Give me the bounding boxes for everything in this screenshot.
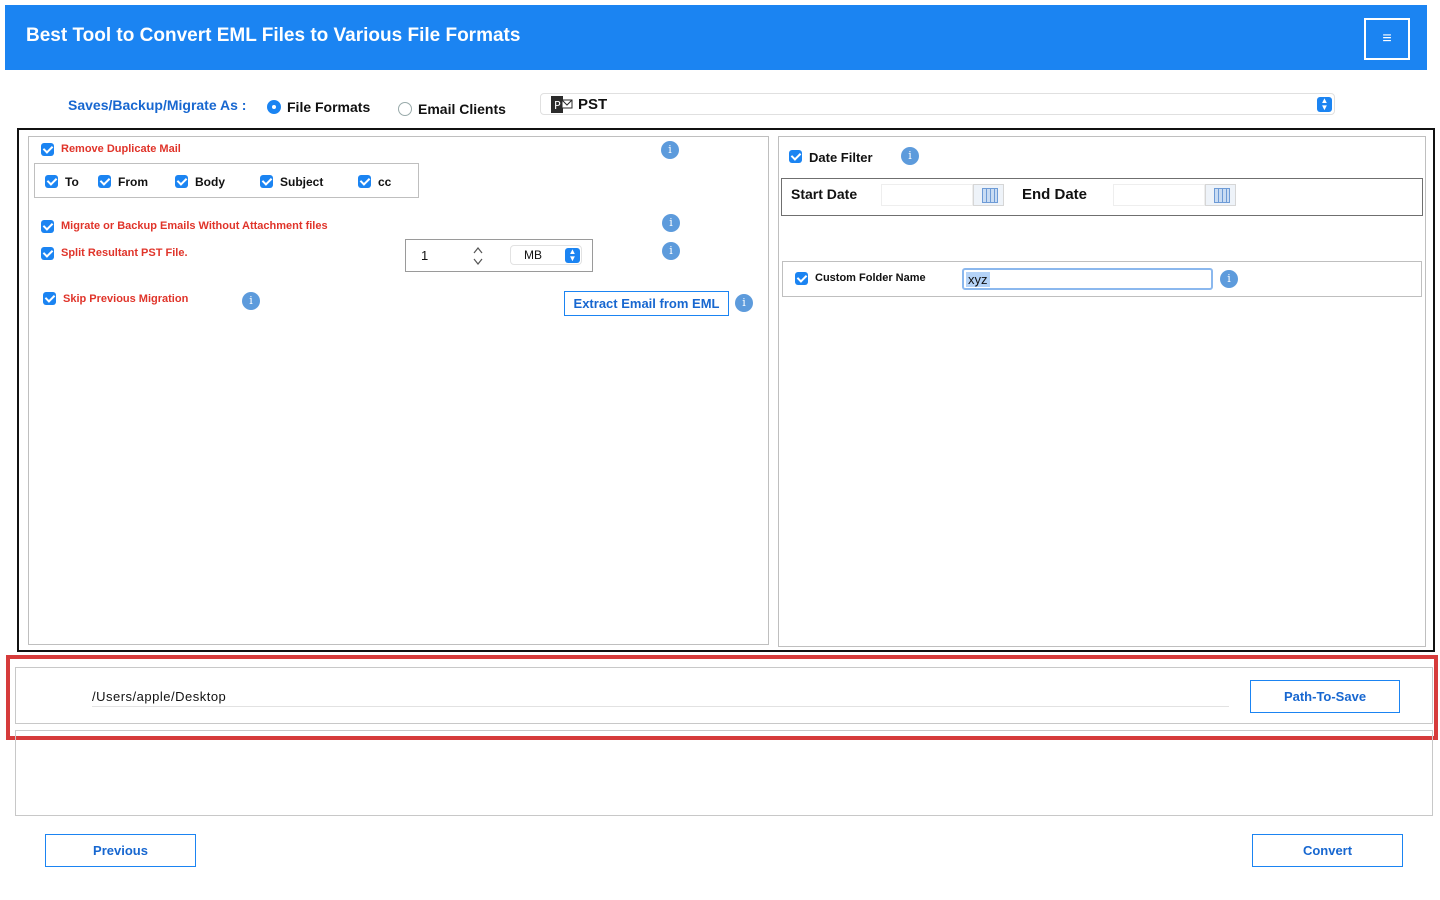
- saves-label: Saves/Backup/Migrate As :: [68, 97, 247, 113]
- start-date-input[interactable]: [881, 184, 973, 206]
- date-filter-checkbox[interactable]: [789, 150, 802, 163]
- remove-duplicate-label: Remove Duplicate Mail: [61, 143, 181, 155]
- info-icon[interactable]: i: [662, 242, 680, 260]
- log-area: [15, 730, 1433, 816]
- previous-button[interactable]: Previous: [45, 834, 196, 867]
- calendar-icon: [982, 188, 998, 203]
- email-clients-label: Email Clients: [418, 101, 506, 117]
- field-to-checkbox[interactable]: [45, 175, 58, 188]
- file-formats-label: File Formats: [287, 99, 371, 115]
- field-to-label: To: [65, 175, 79, 189]
- split-size-input[interactable]: 1: [421, 248, 428, 263]
- skip-previous-checkbox[interactable]: [43, 292, 56, 305]
- split-pst-label: Split Resultant PST File.: [61, 247, 188, 259]
- field-subject-checkbox[interactable]: [260, 175, 273, 188]
- info-icon[interactable]: i: [662, 214, 680, 232]
- left-options-panel: [28, 136, 769, 645]
- split-unit-select[interactable]: MB ▲ ▼: [510, 245, 582, 265]
- info-icon[interactable]: i: [901, 147, 919, 165]
- field-cc-label: cc: [378, 175, 392, 189]
- app-header: Best Tool to Convert EML Files to Variou…: [5, 5, 1427, 70]
- app-title: Best Tool to Convert EML Files to Variou…: [26, 25, 521, 46]
- date-filter-label: Date Filter: [809, 150, 873, 165]
- without-attachment-label: Migrate or Backup Emails Without Attachm…: [61, 220, 328, 232]
- field-body-checkbox[interactable]: [175, 175, 188, 188]
- end-date-label: End Date: [1022, 186, 1088, 203]
- email-clients-radio[interactable]: [398, 102, 412, 116]
- extract-email-button[interactable]: Extract Email from EML: [564, 291, 729, 316]
- remove-duplicate-checkbox[interactable]: [41, 143, 54, 156]
- custom-folder-checkbox[interactable]: [795, 272, 808, 285]
- number-stepper-icon[interactable]: [471, 245, 485, 267]
- split-unit-value: MB: [524, 248, 542, 262]
- custom-folder-label: Custom Folder Name: [815, 272, 926, 284]
- end-date-calendar-button[interactable]: [1205, 184, 1236, 206]
- end-date-input[interactable]: [1113, 184, 1205, 206]
- field-body-label: Body: [195, 175, 225, 189]
- info-icon[interactable]: i: [735, 294, 753, 312]
- format-value: PST: [578, 96, 608, 113]
- info-icon[interactable]: i: [661, 141, 679, 159]
- field-subject-label: Subject: [280, 175, 324, 189]
- field-from-checkbox[interactable]: [98, 175, 111, 188]
- skip-previous-label: Skip Previous Migration: [63, 293, 189, 305]
- info-icon[interactable]: i: [242, 292, 260, 310]
- menu-icon[interactable]: ≡: [1364, 18, 1410, 60]
- custom-folder-value: xyz: [966, 272, 990, 287]
- chevron-updown-icon: ▲ ▼: [565, 248, 580, 263]
- svg-text:P: P: [554, 99, 561, 112]
- date-range-box: [781, 178, 1423, 216]
- start-date-calendar-button[interactable]: [973, 184, 1004, 206]
- field-from-label: From: [118, 175, 148, 189]
- split-pst-checkbox[interactable]: [41, 247, 54, 260]
- path-highlight-box: [6, 655, 1438, 740]
- info-icon[interactable]: i: [1220, 270, 1238, 288]
- format-select[interactable]: P PST ▲ ▼: [540, 93, 1335, 115]
- start-date-label: Start Date: [791, 186, 858, 202]
- pst-icon: P: [551, 96, 573, 113]
- calendar-icon: [1214, 188, 1230, 203]
- field-cc-checkbox[interactable]: [358, 175, 371, 188]
- without-attachment-checkbox[interactable]: [41, 220, 54, 233]
- file-formats-radio[interactable]: [267, 100, 281, 114]
- custom-folder-input[interactable]: xyz: [962, 268, 1213, 290]
- convert-button[interactable]: Convert: [1252, 834, 1403, 867]
- chevron-updown-icon: ▲ ▼: [1317, 97, 1332, 112]
